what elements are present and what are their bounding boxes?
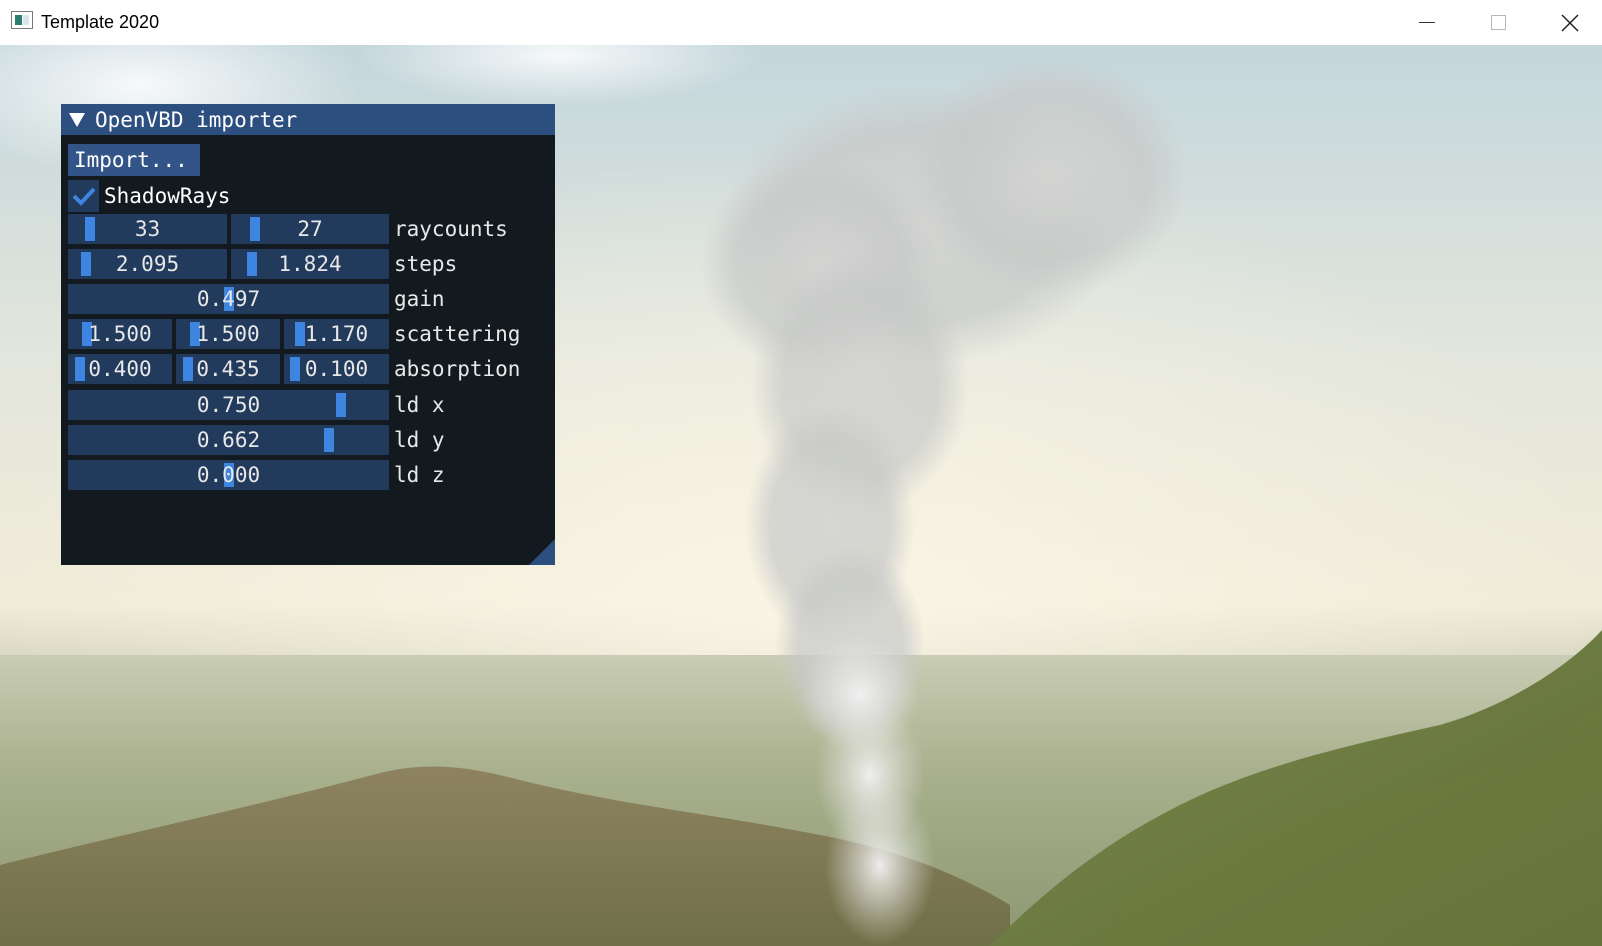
minimize-icon [1419,22,1435,23]
ld-y-label: ld y [394,428,445,452]
steps-value-1: 2.095 [115,252,180,276]
checkmark-icon [72,187,96,206]
scattering-slider-g[interactable]: 1.500 [176,319,280,349]
gain-label: gain [394,287,445,311]
scattering-label: scattering [394,322,521,346]
ld-z-value: 0.000 [196,463,261,487]
absorption-value-r: 0.400 [88,357,152,381]
resize-grip-icon[interactable] [529,539,555,565]
close-button[interactable] [1536,0,1602,45]
close-icon [1561,14,1579,32]
gain-value: 0.497 [196,287,261,311]
raycounts-slider-2[interactable]: 27 [231,214,389,244]
scattering-value-r: 1.500 [88,322,152,346]
raycounts-value-1: 33 [134,217,161,241]
steps-value-2: 1.824 [278,252,342,276]
absorption-value-b: 0.100 [304,357,369,381]
ld-x-value: 0.750 [196,393,261,417]
application-window: Template 2020 OpenVBD importer Import...… [0,0,1602,946]
ld-z-slider[interactable]: 0.000 [68,460,389,490]
maximize-button[interactable] [1466,0,1532,45]
ld-z-label: ld z [394,463,445,487]
steps-slider-2[interactable]: 1.824 [231,249,389,279]
collapse-arrow-icon[interactable] [69,113,85,127]
gain-slider[interactable]: 0.497 [68,284,389,314]
app-window-icon [11,11,33,29]
minimize-button[interactable] [1396,0,1462,45]
ld-x-slider[interactable]: 0.750 [68,390,389,420]
scattering-slider-r[interactable]: 1.500 [68,319,172,349]
absorption-slider-r[interactable]: 0.400 [68,354,172,384]
steps-label: steps [394,252,458,276]
scattering-value-g: 1.500 [196,322,260,346]
scattering-slider-b[interactable]: 1.170 [284,319,389,349]
openvdb-importer-panel[interactable]: OpenVBD importer Import... ShadowRays 33… [61,104,555,565]
absorption-slider-b[interactable]: 0.100 [284,354,389,384]
window-titlebar[interactable]: Template 2020 [0,0,1602,46]
window-title: Template 2020 [41,12,160,32]
absorption-slider-g[interactable]: 0.435 [176,354,280,384]
panel-titlebar[interactable]: OpenVBD importer [61,104,555,135]
ld-y-value: 0.662 [196,428,261,452]
absorption-label: absorption [394,357,521,381]
ld-y-slider[interactable]: 0.662 [68,425,389,455]
ld-x-label: ld x [394,393,445,417]
maximize-icon [1491,15,1506,30]
import-button[interactable]: Import... [68,144,200,176]
panel-title: OpenVBD importer [95,108,298,132]
shadowrays-checkbox[interactable] [68,180,99,212]
raycounts-value-2: 27 [297,217,323,241]
steps-slider-1[interactable]: 2.095 [68,249,227,279]
scattering-value-b: 1.170 [304,322,369,346]
absorption-value-g: 0.435 [196,357,260,381]
shadowrays-label: ShadowRays [104,184,231,208]
raycounts-label: raycounts [394,217,508,241]
raycounts-slider-1[interactable]: 33 [68,214,227,244]
